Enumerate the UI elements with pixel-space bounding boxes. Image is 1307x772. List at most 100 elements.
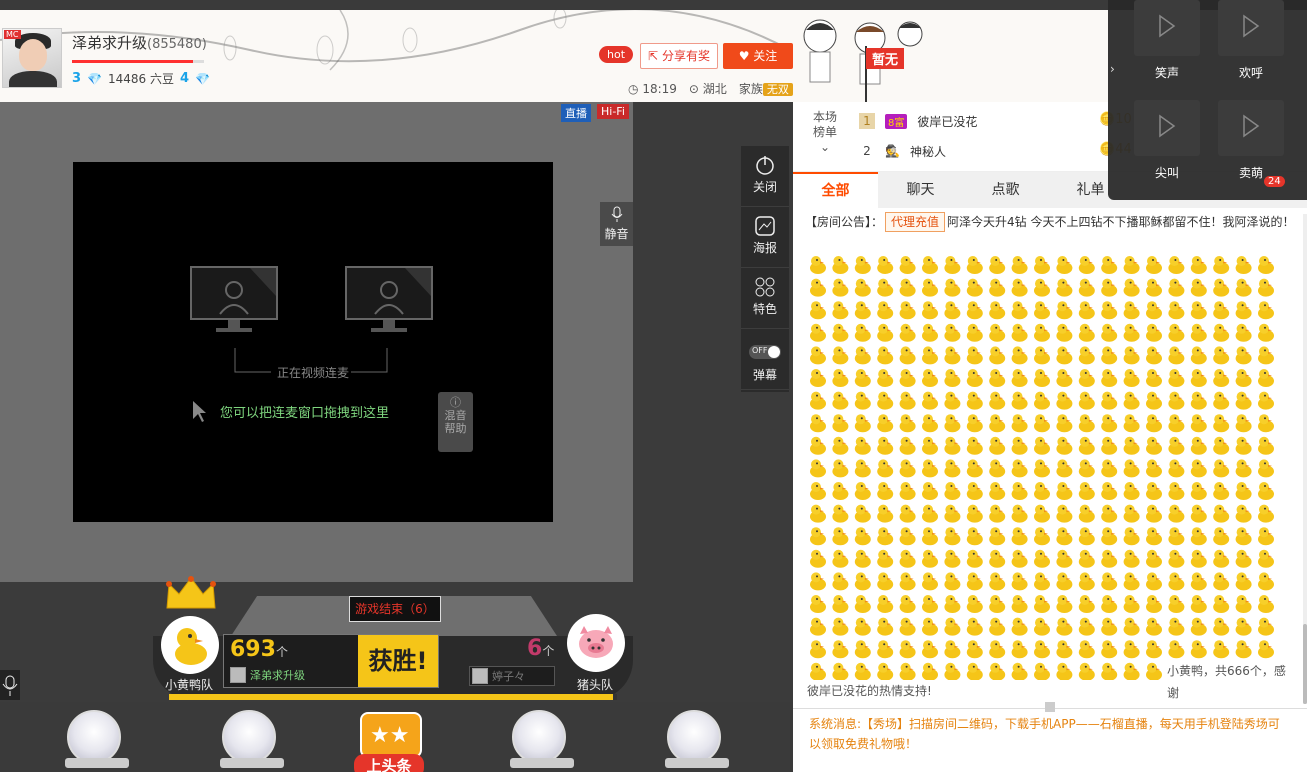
tab-chat[interactable]: 聊天	[878, 172, 963, 208]
duck-gift-icon	[1190, 414, 1207, 433]
sound-effect-panel: › 笑声 欢呼 尖叫 卖萌	[1108, 0, 1307, 200]
duck-gift-icon	[944, 662, 961, 680]
duck-gift-icon	[1146, 414, 1162, 433]
family-label: 家族	[738, 82, 763, 96]
duck-gift-icon	[966, 662, 983, 680]
duck-gift-icon	[1078, 459, 1095, 478]
duck-gift-icon	[1056, 640, 1073, 659]
microphone-button[interactable]	[0, 670, 20, 700]
link-mic-window[interactable]: 正在视频连麦 您可以把连麦窗口拖拽到这里	[73, 162, 553, 522]
duck-gift-icon	[1123, 662, 1140, 680]
duck-gift-icon	[1258, 323, 1274, 342]
duck-gift-icon	[1078, 662, 1095, 680]
sound-scream[interactable]: 尖叫	[1134, 100, 1200, 180]
duck-gift-icon	[899, 527, 916, 546]
duck-gift-icon	[989, 549, 1006, 568]
video-player[interactable]: 直播 Hi-Fi 正在视频连麦 您可以把连麦窗口拖拽到这里 ⓘ 混音 帮助 静音	[0, 102, 633, 582]
duck-top-fan[interactable]: 泽弟求升级	[230, 667, 305, 683]
duck-gift-icon	[966, 640, 983, 659]
duck-gift-icon	[1123, 369, 1140, 387]
duck-gift-icon	[854, 617, 871, 636]
gift-user[interactable]: 彼岸已没花	[807, 684, 867, 698]
family-badge[interactable]: 无双	[762, 83, 793, 96]
recharge-button[interactable]: 代理充值	[885, 212, 946, 232]
feature-button[interactable]: 特色	[741, 268, 789, 329]
duck-gift-icon	[989, 278, 1006, 297]
duck-gift-icon	[1213, 346, 1230, 365]
tab-all[interactable]: 全部	[793, 172, 878, 208]
heart-icon: ♥	[738, 49, 750, 63]
count-badge: 24	[1264, 176, 1285, 187]
rank-row[interactable]: 1 8富 彼岸已没花	[859, 111, 977, 131]
seat-avatar[interactable]	[665, 710, 729, 772]
sound-cheer[interactable]: 欢呼	[1218, 0, 1284, 80]
sound-laugh[interactable]: 笑声	[1134, 0, 1200, 80]
duck-gift-icon	[966, 301, 983, 320]
sound-cute[interactable]: 卖萌	[1218, 100, 1284, 180]
level-progress-bar	[72, 60, 204, 63]
duck-gift-icon	[944, 256, 961, 274]
poster-button[interactable]: 海报	[741, 207, 789, 268]
share-button[interactable]: ⇱ 分享有奖	[640, 43, 718, 69]
microphone-icon	[611, 206, 622, 222]
duck-gift-icon	[922, 414, 938, 433]
duck-gift-icon	[1258, 482, 1274, 500]
pig-top-fan[interactable]: 婷子々	[469, 666, 555, 686]
pig-team-avatar[interactable]	[567, 614, 625, 672]
headline-button[interactable]: ★★ 上头条	[352, 710, 432, 772]
diamond-icon: 💎	[195, 71, 210, 86]
chat-scrollbar[interactable]	[1303, 214, 1307, 704]
collapse-icon[interactable]	[1045, 702, 1055, 712]
duck-gift-icon	[832, 346, 849, 365]
duck-gift-icon	[810, 369, 826, 387]
duck-gift-icon	[944, 369, 961, 387]
danmaku-toggle[interactable]: OFF 弹幕	[741, 329, 789, 390]
duck-gift-icon	[1146, 391, 1162, 410]
seat-avatar[interactable]	[65, 710, 129, 772]
duck-gift-icon	[1123, 414, 1140, 433]
location-icon: ⊙	[688, 82, 699, 96]
duck-team-avatar[interactable]	[161, 616, 219, 674]
duck-gift-icon	[922, 346, 938, 365]
duck-gift-icon	[1078, 369, 1095, 387]
chat-divider[interactable]	[793, 702, 1307, 712]
seat-avatar[interactable]	[220, 710, 284, 772]
anchor-avatar[interactable]: MC	[2, 28, 62, 88]
duck-gift-icon	[1034, 640, 1050, 659]
toggle-icon[interactable]: OFF	[749, 345, 781, 359]
duck-gift-icon	[899, 346, 916, 365]
rank-row[interactable]: 2 🕵 神秘人	[859, 141, 946, 161]
duck-gift-icon	[1123, 459, 1140, 478]
mix-help-button[interactable]: ⓘ 混音 帮助	[438, 392, 473, 452]
duck-gift-icon	[810, 459, 826, 478]
duck-gift-icon	[1146, 549, 1162, 568]
duck-gift-icon	[1146, 572, 1162, 591]
follow-button[interactable]: ♥ 关注	[723, 43, 793, 69]
duck-gift-icon	[1011, 549, 1028, 568]
duck-gift-icon	[922, 482, 938, 500]
duck-gift-icon	[922, 617, 938, 636]
video-area: 直播 Hi-Fi 正在视频连麦 您可以把连麦窗口拖拽到这里 ⓘ 混音 帮助 静音…	[0, 102, 793, 702]
duck-gift-icon	[1258, 459, 1274, 478]
duck-gift-icon	[1056, 459, 1073, 478]
rank-title[interactable]: 本场 榜单 ⌄	[811, 110, 839, 155]
duck-gift-icon	[1078, 527, 1095, 546]
duck-gift-icon	[877, 662, 894, 680]
mute-button[interactable]: 静音	[600, 202, 633, 246]
duck-gift-icon	[1011, 527, 1028, 546]
duck-gift-icon	[1235, 617, 1252, 636]
duck-gift-icon	[944, 617, 961, 636]
duck-gift-icon	[1101, 640, 1118, 659]
duck-gift-icon	[1056, 504, 1073, 523]
duck-gift-icon	[1034, 549, 1050, 568]
close-button[interactable]: 关闭	[741, 146, 789, 207]
duck-gift-icon	[854, 482, 871, 500]
duck-gift-icon	[944, 414, 961, 433]
duck-gift-icon	[877, 504, 894, 523]
seat-avatar[interactable]	[510, 710, 574, 772]
duck-gift-icon	[877, 549, 894, 568]
tab-song[interactable]: 点歌	[963, 172, 1048, 208]
duck-gift-icon	[810, 640, 826, 659]
chevron-right-icon[interactable]: ›	[1110, 62, 1115, 76]
duck-gift-icon	[1078, 640, 1095, 659]
